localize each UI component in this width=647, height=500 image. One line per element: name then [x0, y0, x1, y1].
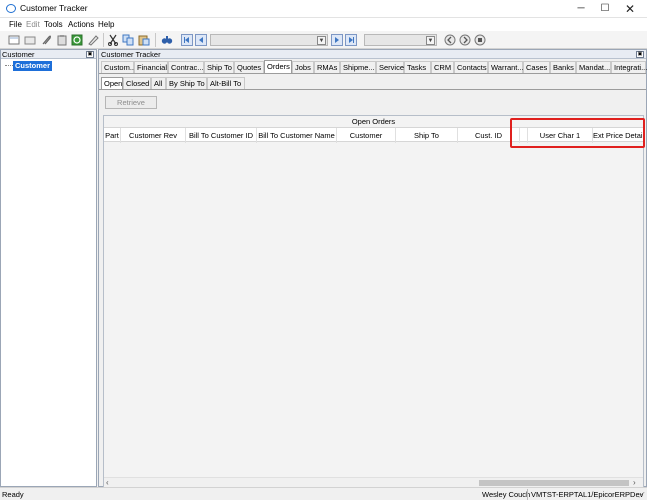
tab-shipments[interactable]: Shipme...	[340, 61, 376, 73]
tab-service[interactable]: Service	[376, 61, 404, 73]
next-record-icon[interactable]	[331, 34, 343, 46]
toolbar-separator	[155, 33, 156, 47]
tree-connector	[5, 65, 13, 66]
horizontal-scrollbar[interactable]: ‹ ›	[104, 477, 643, 487]
menu-bar: File Edit Tools Actions Help	[0, 18, 647, 31]
pin-icon[interactable]: ▣	[86, 51, 94, 58]
main-pane-title: Customer Tracker	[101, 50, 161, 59]
subtab-open[interactable]: Open	[101, 77, 123, 89]
clear-icon[interactable]	[87, 34, 99, 46]
tab-banks[interactable]: Banks	[550, 61, 576, 73]
main-pane: Customer Tracker ▣ Custom... Financial C…	[98, 49, 647, 487]
app-icon	[6, 4, 16, 13]
refresh-icon[interactable]	[71, 34, 83, 46]
tree-item-customer[interactable]: Customer	[13, 61, 53, 71]
tab-crm[interactable]: CRM	[431, 61, 454, 73]
column-header-part[interactable]: Part	[104, 128, 121, 143]
tab-cases[interactable]: Cases	[523, 61, 550, 73]
tab-rmas[interactable]: RMAs	[314, 61, 340, 73]
view-combo[interactable]: ▼	[364, 34, 437, 46]
status-separator	[527, 489, 528, 500]
left-tree-pane: Customer ▣ Customer	[0, 49, 97, 487]
cut-icon[interactable]	[107, 34, 119, 46]
scrollbar-thumb[interactable]	[479, 480, 629, 486]
open-icon[interactable]	[24, 34, 36, 46]
paste-icon[interactable]	[138, 34, 150, 46]
column-header-bill-to-customer-name[interactable]: Bill To Customer Name	[257, 128, 337, 143]
toolbar-separator	[103, 33, 104, 47]
chevron-down-icon[interactable]: ▼	[317, 36, 326, 45]
menu-actions[interactable]: Actions	[68, 20, 94, 29]
record-selector-combo[interactable]: ▼	[210, 34, 328, 46]
column-header-customer[interactable]: Customer	[337, 128, 396, 143]
title-bar: Customer Tracker ─ ☐ ✕	[0, 0, 647, 18]
left-pane-header: Customer ▣	[1, 50, 96, 59]
tab-financial[interactable]: Financial	[134, 61, 168, 73]
minimize-button[interactable]: ─	[568, 0, 594, 18]
attach-icon[interactable]	[40, 34, 52, 46]
tab-warranty[interactable]: Warrant...	[488, 61, 524, 73]
tab-mandates[interactable]: Mandat...	[576, 61, 611, 73]
resize-grip-icon[interactable]: ⋰	[638, 491, 645, 499]
tab-contracts[interactable]: Contrac...	[168, 61, 204, 73]
stop-icon[interactable]	[474, 34, 486, 46]
first-record-icon[interactable]	[181, 34, 193, 46]
left-pane-title: Customer	[2, 50, 35, 59]
menu-file[interactable]: File	[9, 20, 22, 29]
tab-customer[interactable]: Custom...	[101, 61, 136, 73]
chevron-down-icon[interactable]: ▼	[426, 36, 435, 45]
copy-icon[interactable]	[122, 34, 134, 46]
previous-record-icon[interactable]	[195, 34, 207, 46]
maximize-button[interactable]: ☐	[592, 0, 618, 18]
status-ready-text: Ready	[2, 490, 24, 499]
subtab-all[interactable]: All	[151, 77, 166, 89]
status-server-name: VMTST-ERPTAL1/EpicorERPDev	[531, 490, 644, 499]
status-user-name: Wesley Couch	[482, 490, 531, 499]
forward-icon[interactable]	[459, 34, 471, 46]
menu-help[interactable]: Help	[98, 20, 114, 29]
binoculars-icon[interactable]	[161, 34, 173, 46]
column-header-customer-rev[interactable]: Customer Rev	[121, 128, 186, 143]
tab-orders[interactable]: Orders	[264, 60, 292, 73]
tab-contacts[interactable]: Contacts	[454, 61, 488, 73]
status-bar: Ready Wesley Couch VMTST-ERPTAL1/EpicorE…	[0, 487, 647, 500]
pin-icon[interactable]: ▣	[636, 51, 644, 58]
subtab-alt-bill-to[interactable]: Alt-Bill To	[207, 77, 245, 89]
menu-edit[interactable]: Edit	[26, 20, 40, 29]
close-button[interactable]: ✕	[617, 0, 643, 18]
back-icon[interactable]	[444, 34, 456, 46]
subtab-by-ship-to[interactable]: By Ship To	[166, 77, 207, 89]
clipboard-icon[interactable]	[56, 34, 68, 46]
retrieve-button[interactable]: Retrieve	[105, 96, 157, 109]
main-pane-header: Customer Tracker ▣	[99, 50, 646, 59]
menu-tools[interactable]: Tools	[44, 20, 63, 29]
tab-quotes[interactable]: Quotes	[234, 61, 264, 73]
new-icon[interactable]	[8, 34, 20, 46]
open-orders-grid: Open Orders Part Customer Rev Bill To Cu…	[103, 115, 644, 487]
window-title: Customer Tracker	[20, 3, 88, 13]
tab-tasks[interactable]: Tasks	[404, 61, 431, 73]
column-header-bill-to-customer-id[interactable]: Bill To Customer ID	[186, 128, 257, 143]
last-record-icon[interactable]	[345, 34, 357, 46]
highlight-annotation-box	[510, 118, 645, 148]
column-header-ship-to[interactable]: Ship To	[396, 128, 458, 143]
tab-integration[interactable]: Integrati...	[611, 61, 647, 73]
tab-jobs[interactable]: Jobs	[292, 61, 314, 73]
tab-ship-to[interactable]: Ship To	[204, 61, 234, 73]
subtab-closed[interactable]: Closed	[123, 77, 151, 89]
